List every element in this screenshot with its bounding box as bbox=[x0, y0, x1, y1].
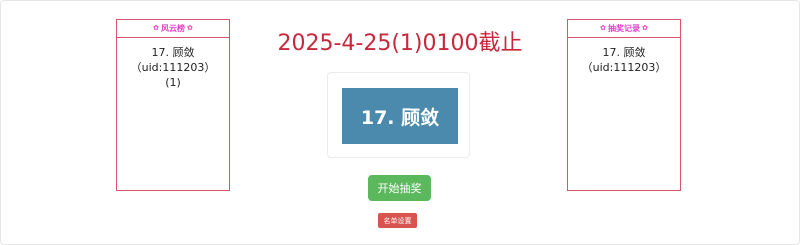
draw-record-entry: 17. 顾敛（uid:111203） bbox=[568, 38, 680, 75]
draw-result-box: 17. 顾敛 bbox=[327, 72, 470, 158]
leaderboard-panel: ✿ 风云榜 ✿ 17. 顾敛（uid:111203） (1) bbox=[116, 19, 230, 191]
leaderboard-entry-name: 17. 顾敛（uid:111203） bbox=[130, 46, 216, 74]
ornament-left-icon: ✿ bbox=[153, 24, 159, 32]
ornament-right-icon: ✿ bbox=[187, 24, 193, 32]
draw-record-title: 抽奖记录 bbox=[608, 23, 640, 33]
list-settings-button[interactable]: 名单设置 bbox=[378, 213, 417, 228]
leaderboard-title: 风云榜 bbox=[161, 23, 185, 33]
leaderboard-entry-count: (1) bbox=[165, 76, 181, 89]
deadline-title: 2025-4-25(1)0100截止 bbox=[277, 31, 523, 56]
draw-result: 17. 顾敛 bbox=[342, 88, 458, 144]
start-draw-button[interactable]: 开始抽奖 bbox=[368, 175, 431, 201]
draw-record-entry-name: 17. 顾敛（uid:111203） bbox=[581, 46, 667, 74]
ornament-right-icon: ✿ bbox=[642, 24, 648, 32]
draw-record-panel: ✿ 抽奖记录 ✿ 17. 顾敛（uid:111203） bbox=[567, 19, 681, 191]
draw-record-header: ✿ 抽奖记录 ✿ bbox=[568, 20, 680, 38]
leaderboard-entry: 17. 顾敛（uid:111203） (1) bbox=[117, 38, 229, 90]
leaderboard-header: ✿ 风云榜 ✿ bbox=[117, 20, 229, 38]
ornament-left-icon: ✿ bbox=[600, 24, 606, 32]
